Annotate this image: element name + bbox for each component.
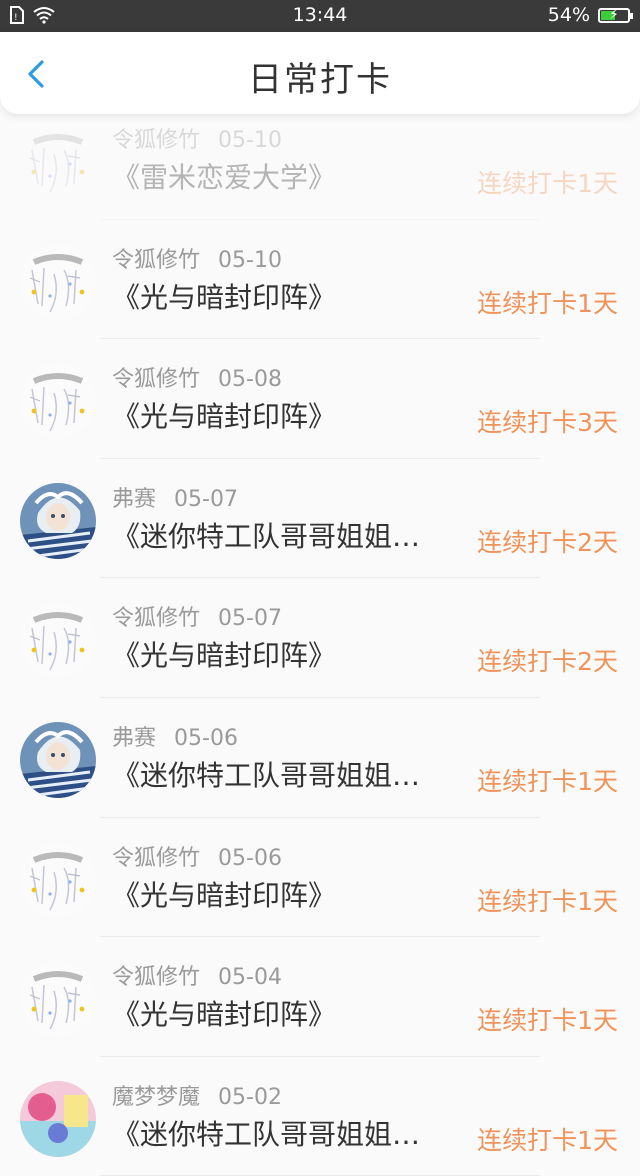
streak-label: 连续打卡1天 xyxy=(477,1006,618,1036)
checkin-date: 05-07 xyxy=(174,486,238,512)
avatar[interactable] xyxy=(20,482,96,559)
user-name[interactable]: 令狐修竹 xyxy=(112,846,200,871)
book-title[interactable]: 《雷米恋爱大学》 xyxy=(112,156,452,196)
list-item[interactable]: 弗赛 05-06 《迷你特工队哥哥姐姐… 连续打卡1天 xyxy=(0,698,640,818)
streak-label: 连续打卡3天 xyxy=(477,408,618,438)
entry-meta: 令狐修竹 05-07 xyxy=(112,600,282,632)
checkin-date: 05-08 xyxy=(218,367,282,393)
checkin-date: 05-06 xyxy=(174,725,238,751)
entry-meta: 弗赛 05-06 xyxy=(112,720,238,752)
list-item[interactable]: 令狐修竹 05-06 《光与暗封印阵》 连续打卡1天 xyxy=(0,818,640,938)
entry-meta: 令狐修竹 05-10 xyxy=(112,242,282,274)
checkin-list: 令狐修竹 05-10 《雷米恋爱大学》 连续打卡1天 令狐修竹 05-10 《光与暗封印阵》… xyxy=(0,100,640,1176)
entry-meta: 弗赛 05-07 xyxy=(112,481,238,513)
book-title[interactable]: 《光与暗封印阵》 xyxy=(112,993,452,1033)
avatar[interactable] xyxy=(20,363,96,440)
checkin-date: 05-10 xyxy=(218,247,282,273)
entry-meta: 令狐修竹 05-08 xyxy=(112,361,282,393)
user-name[interactable]: 令狐修竹 xyxy=(112,128,200,153)
user-name[interactable]: 令狐修竹 xyxy=(112,965,200,990)
avatar[interactable] xyxy=(20,961,96,1038)
battery-icon: ⚡ xyxy=(598,6,633,23)
avatar[interactable] xyxy=(20,243,96,320)
status-time: 13:44 xyxy=(292,4,348,26)
list-item[interactable]: 令狐修竹 05-07 《光与暗封印阵》 连续打卡2天 xyxy=(0,578,640,698)
avatar[interactable] xyxy=(20,721,96,798)
avatar[interactable] xyxy=(20,602,96,679)
page-title: 日常打卡 xyxy=(248,60,392,100)
list-item[interactable]: 令狐修竹 05-10 《光与暗封印阵》 连续打卡1天 xyxy=(0,220,640,340)
list-item[interactable]: 令狐修竹 05-08 《光与暗封印阵》 连续打卡3天 xyxy=(0,339,640,459)
streak-label: 连续打卡2天 xyxy=(477,647,618,677)
page-header: 日常打卡 xyxy=(0,32,640,114)
book-title[interactable]: 《光与暗封印阵》 xyxy=(112,634,452,674)
streak-label: 连续打卡1天 xyxy=(477,766,618,796)
streak-label: 连续打卡1天 xyxy=(477,288,618,318)
book-title[interactable]: 《迷你特工队哥哥姐姐… xyxy=(112,515,452,555)
checkin-date: 05-10 xyxy=(218,128,282,153)
status-right: 54% ⚡ xyxy=(547,4,633,26)
book-title[interactable]: 《光与暗封印阵》 xyxy=(112,395,452,435)
list-item[interactable]: 令狐修竹 05-04 《光与暗封印阵》 连续打卡1天 xyxy=(0,937,640,1057)
charging-icon: ⚡ xyxy=(609,6,619,23)
book-title[interactable]: 《光与暗封印阵》 xyxy=(112,276,452,316)
book-title[interactable]: 《光与暗封印阵》 xyxy=(112,874,452,914)
streak-label: 连续打卡1天 xyxy=(477,886,618,916)
entry-meta: 令狐修竹 05-06 xyxy=(112,840,282,872)
list-item[interactable]: 弗赛 05-07 《迷你特工队哥哥姐姐… 连续打卡2天 xyxy=(0,459,640,579)
checkin-date: 05-02 xyxy=(218,1084,282,1110)
user-name[interactable]: 令狐修竹 xyxy=(112,367,200,392)
book-title[interactable]: 《迷你特工队哥哥姐姐… xyxy=(112,1113,452,1153)
list-item[interactable]: 魔梦梦魔 05-02 《迷你特工队哥哥姐姐… 连续打卡1天 xyxy=(0,1057,640,1176)
checkin-date: 05-04 xyxy=(218,965,282,991)
streak-label: 连续打卡2天 xyxy=(477,527,618,557)
entry-meta: 魔梦梦魔 05-02 xyxy=(112,1079,282,1111)
user-name[interactable]: 令狐修竹 xyxy=(112,248,200,273)
entry-meta: 令狐修竹 05-10 xyxy=(112,122,282,154)
user-name[interactable]: 令狐修竹 xyxy=(112,606,200,631)
checkin-date: 05-07 xyxy=(218,606,282,632)
status-bar: ! 13:44 54% ⚡ xyxy=(0,0,640,32)
checkin-date: 05-06 xyxy=(218,845,282,871)
battery-percent: 54% xyxy=(547,4,590,26)
avatar[interactable] xyxy=(20,124,96,200)
user-name[interactable]: 弗赛 xyxy=(112,487,156,512)
avatar[interactable] xyxy=(20,1080,96,1157)
book-title[interactable]: 《迷你特工队哥哥姐姐… xyxy=(112,754,452,794)
streak-label: 连续打卡1天 xyxy=(477,1125,618,1155)
user-name[interactable]: 魔梦梦魔 xyxy=(112,1085,200,1110)
list-item[interactable]: 令狐修竹 05-10 《雷米恋爱大学》 连续打卡1天 xyxy=(0,100,640,220)
streak-label: 连续打卡1天 xyxy=(477,169,618,198)
avatar[interactable] xyxy=(20,841,96,918)
user-name[interactable]: 弗赛 xyxy=(112,726,156,751)
entry-meta: 令狐修竹 05-04 xyxy=(112,959,282,991)
